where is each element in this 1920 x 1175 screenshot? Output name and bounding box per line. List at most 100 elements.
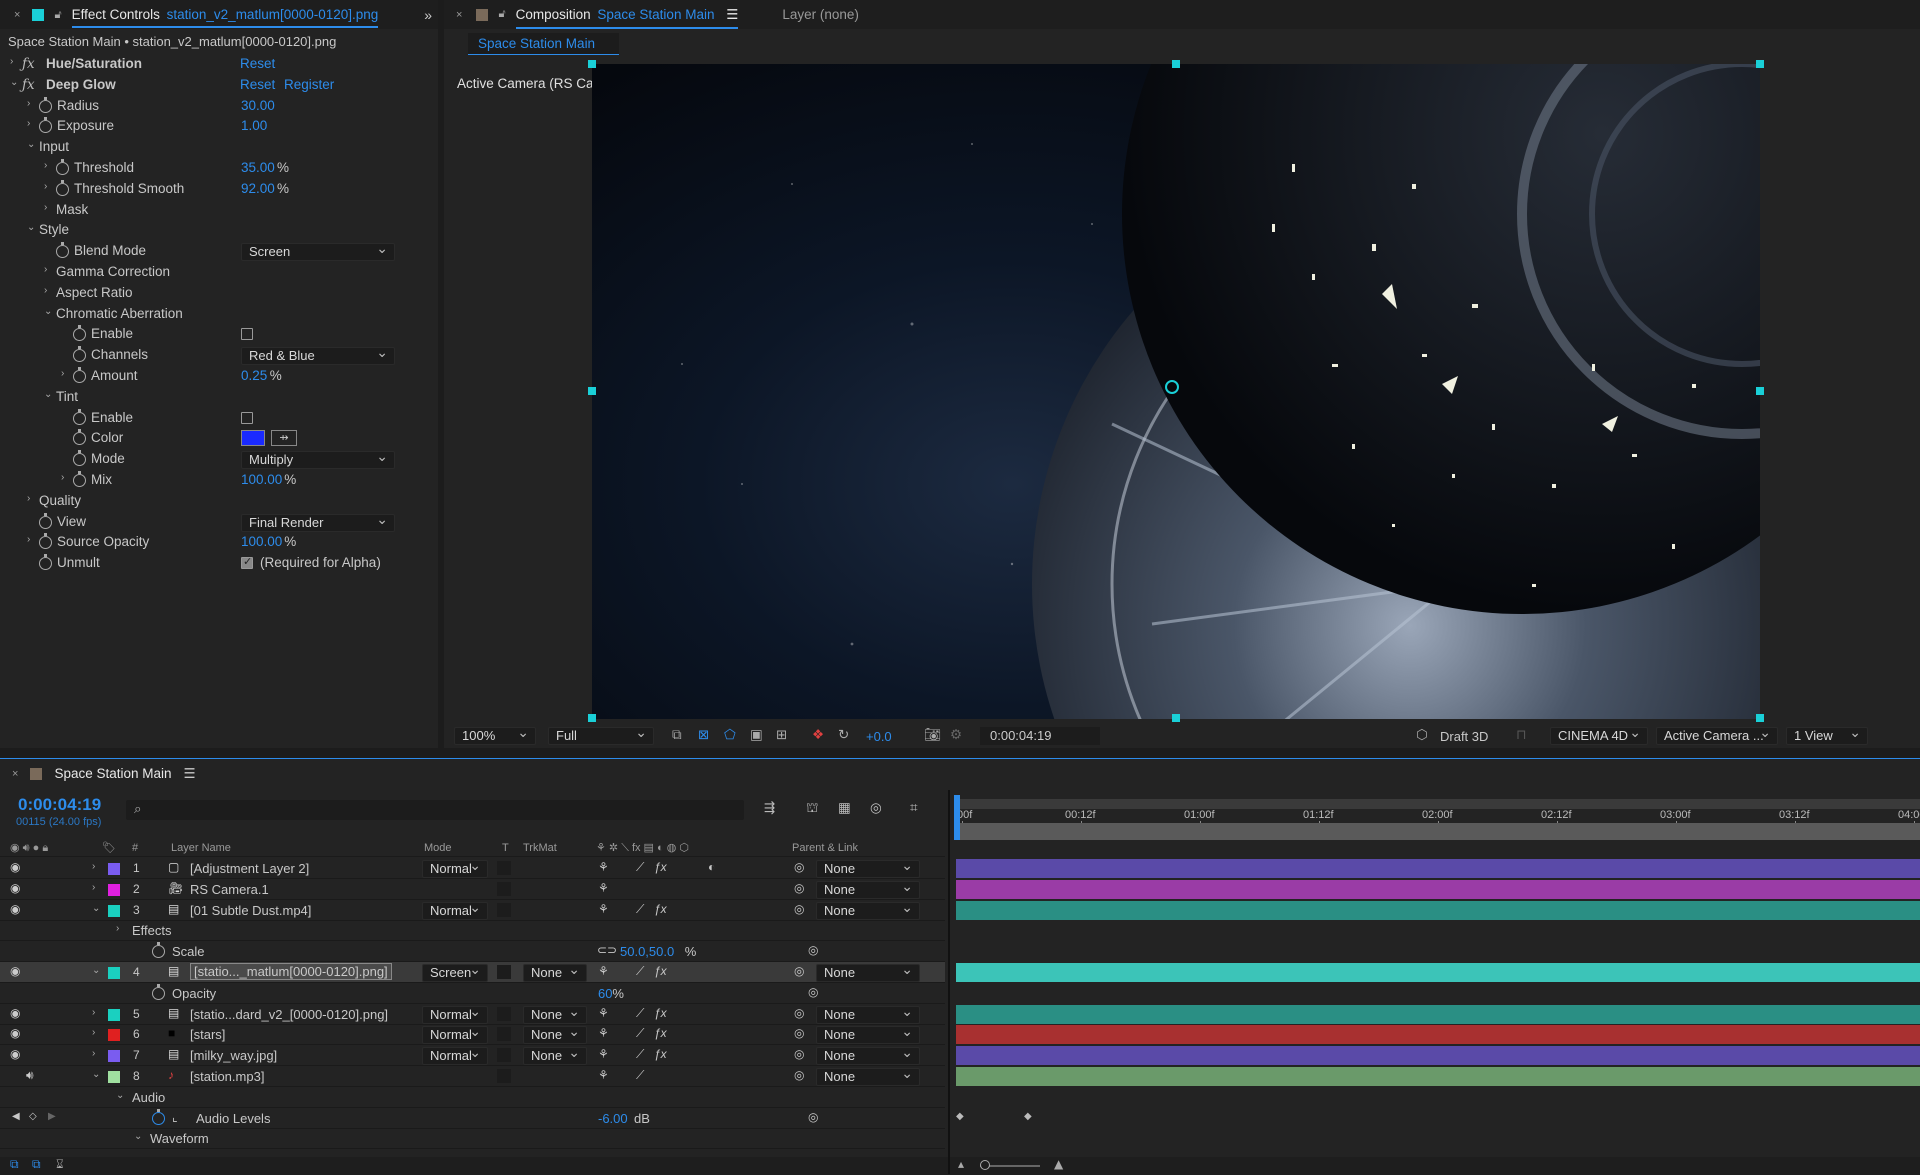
frame-handle-ml[interactable] — [588, 387, 596, 395]
composition-subtab[interactable]: Space Station Main — [468, 33, 620, 55]
stopwatch-icon[interactable] — [39, 117, 52, 134]
lock-icon[interactable]: 🔓︎ — [54, 8, 61, 22]
layer-duration-bar-8[interactable] — [956, 1067, 1920, 1086]
quality-switch-icon[interactable]: ⟋ — [636, 1006, 644, 1021]
pick-whip-icon[interactable]: ◎ — [794, 860, 804, 874]
chevron-down-icon[interactable]: ⌄ — [44, 389, 54, 400]
view-layout-select[interactable]: 1 View — [1786, 724, 1868, 745]
chevron-down-icon[interactable]: ⌄ — [27, 222, 37, 233]
blend-mode-select[interactable]: Normal — [422, 899, 488, 920]
layer-name-header[interactable]: Layer Name — [171, 842, 231, 854]
fx-icon[interactable]: ƒx — [22, 77, 35, 93]
chevron-right-icon[interactable]: › — [44, 202, 54, 213]
fx-switch-icon[interactable]: ƒx — [654, 1006, 667, 1020]
chevron-right-icon[interactable]: › — [116, 923, 126, 934]
reset-link[interactable]: Reset — [240, 56, 275, 71]
layer-name[interactable]: [statio..._matlum[0000-0120].png] — [190, 963, 392, 980]
layer-name[interactable]: [statio...dard_v2_[0000-0120].png] — [190, 1007, 388, 1022]
comp-mini-flowchart-icon[interactable]: ⇶ — [764, 800, 775, 816]
quality-switch-icon[interactable]: ⟋ — [636, 1068, 644, 1083]
preserve-transparency-box[interactable] — [497, 1027, 511, 1042]
graph-editor-icon[interactable]: ⌗ — [910, 800, 918, 816]
blend-mode-select[interactable]: Normal — [422, 1044, 488, 1066]
panel-menu-icon[interactable]: » — [424, 7, 432, 23]
pick-whip-icon[interactable]: ◎ — [794, 881, 804, 895]
view-select[interactable]: Active Camera ... — [1656, 724, 1778, 745]
shy-switch-icon[interactable]: ⚘ — [598, 1026, 609, 1040]
layer-name[interactable]: [stars] — [190, 1027, 225, 1042]
layer-row-3[interactable]: ◉ ⌄ 3 ▤ [01 Subtle Dust.mp4] Normal ⚘ ⟋ ƒx ◎ None — [0, 899, 945, 921]
shy-switch-icon[interactable]: ⚘ — [598, 1068, 609, 1082]
effect-row-source-opacity[interactable]: › Source Opacity 100.00% — [0, 532, 420, 553]
chevron-right-icon[interactable]: › — [92, 861, 102, 872]
layer-label-color[interactable] — [108, 863, 120, 875]
snapshot-icon[interactable]: 📷︎ — [924, 727, 941, 743]
property-value[interactable]: -6.00 — [598, 1111, 628, 1126]
track-matte-select[interactable]: None — [523, 1023, 587, 1045]
layer-switches-icon[interactable]: ⧉ — [10, 1157, 19, 1172]
chevron-right-icon[interactable]: › — [61, 368, 71, 379]
stopwatch-icon[interactable] — [56, 179, 69, 196]
layer-label-color[interactable] — [108, 883, 120, 896]
pick-whip-icon[interactable]: ◎ — [794, 1068, 804, 1082]
pick-whip-icon[interactable]: ◎ — [794, 1047, 804, 1061]
effect-row-tint[interactable]: ⌄ Tint — [0, 387, 420, 408]
hamburger-menu-icon[interactable]: ☰ — [726, 7, 738, 22]
fx-icon[interactable]: ƒx — [22, 56, 35, 72]
shy-switch-icon[interactable]: ⚘ — [598, 881, 609, 895]
effect-row-gamma-correction[interactable]: › Gamma Correction — [0, 262, 420, 283]
zoom-out-icon[interactable]: ▴ — [958, 1157, 964, 1171]
layer-duration-bar-3[interactable] — [956, 900, 1920, 920]
stopwatch-icon[interactable] — [39, 512, 52, 529]
frame-blending-icon[interactable]: ▦ — [838, 800, 851, 816]
stopwatch-icon[interactable] — [152, 1108, 165, 1125]
parent-select[interactable]: None — [816, 857, 920, 878]
effect-row-channels[interactable]: Channels Red & Blue — [0, 344, 420, 366]
quality-switch-icon[interactable]: ⟋ — [636, 1047, 644, 1062]
effect-row-chromatic-aberration[interactable]: ⌄ Chromatic Aberration — [0, 304, 420, 325]
stopwatch-icon[interactable] — [73, 325, 86, 342]
layer-duration-bar-6[interactable] — [956, 1025, 1920, 1045]
chevron-right-icon[interactable]: › — [44, 264, 54, 275]
keyframe-marker-2[interactable]: ◆ — [1024, 1111, 1032, 1122]
preserve-transparency-box[interactable] — [497, 902, 511, 917]
checkbox[interactable] — [241, 328, 253, 341]
effect-row-deep-glow[interactable]: ⌄ ƒx Deep Glow Reset Register — [0, 75, 420, 96]
shy-layers-icon[interactable]: ⛫ — [806, 800, 818, 818]
effect-row-exposure[interactable]: › Exposure 1.00 — [0, 116, 420, 137]
eye-icon[interactable]: ◉ — [10, 1026, 20, 1040]
zoom-in-icon[interactable]: ▲ — [1054, 1157, 1063, 1171]
chevron-right-icon[interactable]: › — [92, 1027, 102, 1038]
fast-previews-icon[interactable]: ⧉ — [672, 727, 682, 743]
chevron-down-icon[interactable]: ⌄ — [27, 139, 37, 150]
lock-icon[interactable]: 🔓︎ — [498, 8, 505, 21]
effect-row-amount[interactable]: › Amount 0.25% — [0, 366, 420, 387]
fx-switch-icon[interactable]: ƒx — [654, 1047, 667, 1061]
property-group-row[interactable]: ⌄ Waveform — [0, 1128, 945, 1150]
track-matte-select[interactable]: None — [523, 961, 587, 982]
pick-whip-icon[interactable]: ◎ — [794, 1006, 804, 1020]
eye-icon[interactable]: ◉ — [10, 881, 20, 895]
work-area-bar[interactable] — [954, 799, 1920, 809]
register-link[interactable]: Register — [284, 77, 334, 92]
stopwatch-icon[interactable] — [56, 242, 69, 259]
stopwatch-icon[interactable] — [73, 346, 86, 363]
pick-whip-icon[interactable]: ◎ — [794, 902, 804, 916]
property-row[interactable]: Scale ⊂⊃ 50.0,50.0% ◎ — [0, 941, 945, 963]
effect-value[interactable]: 100.00 — [241, 472, 282, 487]
eye-icon[interactable]: ◉ — [10, 1047, 20, 1061]
parent-select[interactable]: None — [816, 1065, 920, 1086]
expression-pick-whip-icon[interactable]: ◎ — [808, 943, 818, 957]
stopwatch-icon[interactable] — [73, 429, 86, 446]
shy-switch-icon[interactable]: ⚘ — [598, 902, 609, 916]
parent-select[interactable]: None — [816, 961, 920, 982]
adjustment-switch-icon[interactable]: ◐ — [708, 860, 715, 874]
chevron-right-icon[interactable]: › — [61, 472, 71, 483]
timecode-display[interactable]: 0:00:04:19 — [980, 727, 1100, 745]
quality-switch-icon[interactable]: ⟋ — [636, 902, 644, 917]
audio-icon[interactable]: 🔊︎ — [26, 1068, 34, 1083]
eye-icon[interactable]: ◉ — [10, 964, 20, 978]
blend-mode-select[interactable]: Normal — [422, 857, 488, 878]
stopwatch-icon[interactable] — [39, 533, 52, 550]
close-icon[interactable]: × — [456, 9, 462, 21]
